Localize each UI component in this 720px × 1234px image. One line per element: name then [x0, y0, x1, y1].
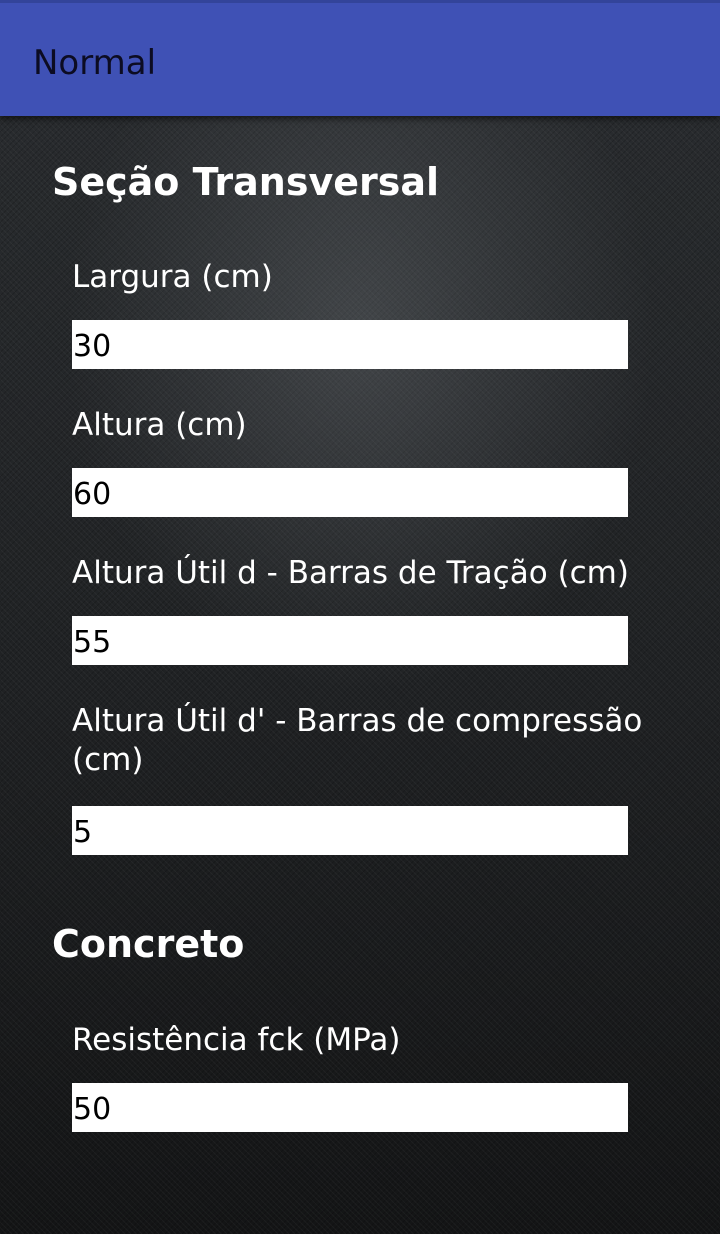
- altura-input[interactable]: [72, 468, 628, 517]
- altura-util-d-input[interactable]: [72, 616, 628, 665]
- section-title: Concreto: [52, 922, 245, 966]
- section-title: Seção Transversal: [52, 160, 440, 204]
- app-bar: Normal: [0, 0, 720, 116]
- field-label-largura: Largura (cm): [72, 259, 273, 295]
- field-label-altura-util-d-prime: Altura Útil d' - Barras de compressão (c…: [72, 703, 643, 778]
- field-label-altura-util-d: Altura Útil d - Barras de Tração (cm): [72, 555, 629, 591]
- field-label-resistencia-fck: Resistência fck (MPa): [72, 1022, 401, 1058]
- altura-util-d-prime-input[interactable]: [72, 806, 628, 855]
- app-bar-title: Normal: [33, 43, 157, 83]
- largura-input[interactable]: [72, 320, 628, 369]
- resistencia-fck-input[interactable]: [72, 1083, 628, 1132]
- field-label-altura: Altura (cm): [72, 407, 247, 443]
